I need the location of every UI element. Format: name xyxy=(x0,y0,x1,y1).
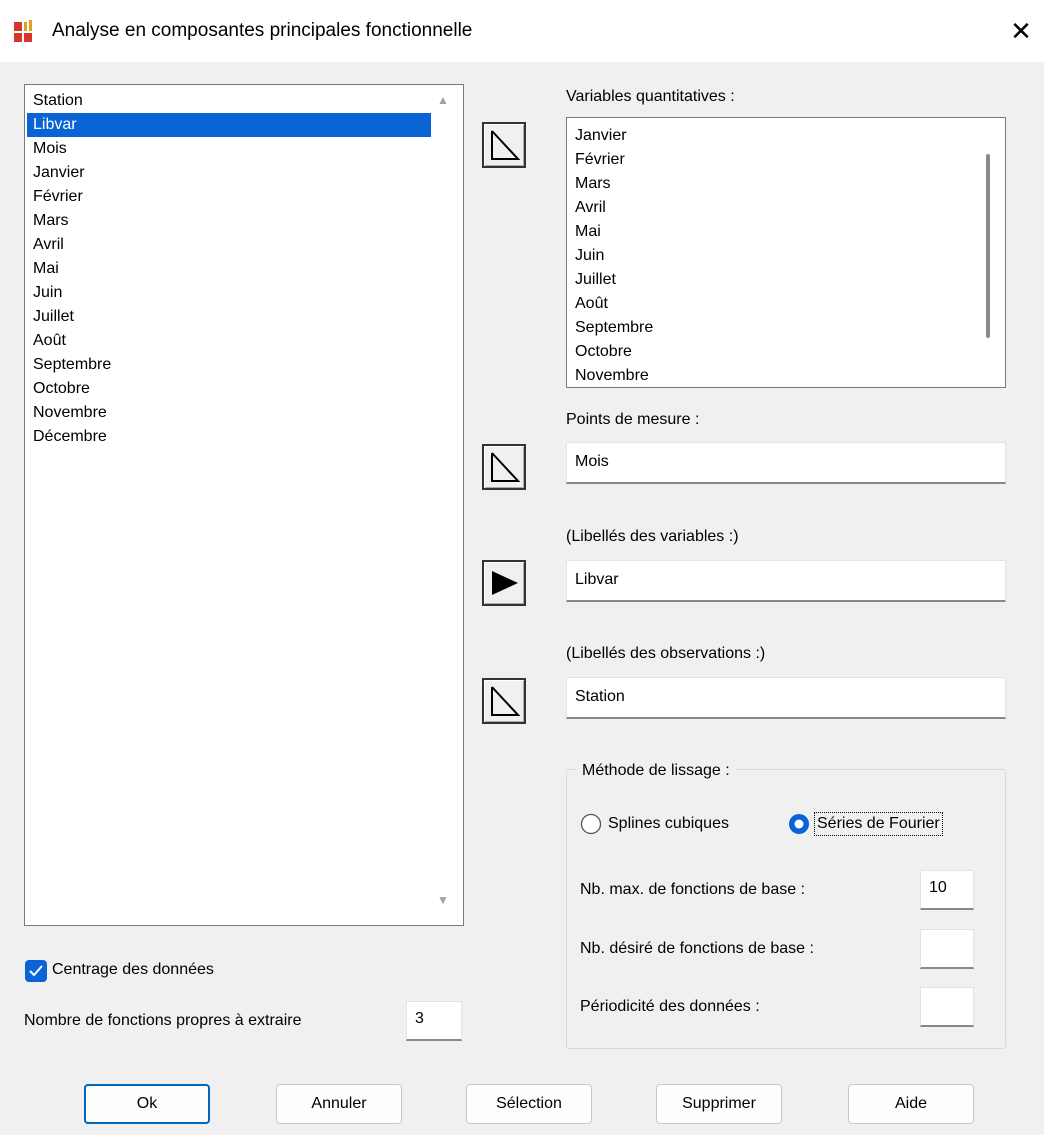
outline-arrow-icon xyxy=(491,686,520,716)
obs-labels-field[interactable]: Station xyxy=(566,677,1006,719)
window-title: Analyse en composantes principales fonct… xyxy=(52,20,473,41)
points-field[interactable]: Mois xyxy=(566,442,1006,484)
fourier-label[interactable]: Séries de Fourier xyxy=(814,812,943,836)
filled-arrow-icon xyxy=(492,571,518,595)
points-label: Points de mesure : xyxy=(566,411,700,428)
periodicity-label: Périodicité des données : xyxy=(580,998,760,1015)
list-item[interactable]: Septembre xyxy=(27,353,431,377)
outline-arrow-icon xyxy=(491,130,520,160)
list-item[interactable]: Juin xyxy=(569,244,969,268)
list-item[interactable]: Libvar xyxy=(27,113,431,137)
smoothing-legend: Méthode de lissage : xyxy=(576,762,736,780)
quant-vars-list[interactable]: Janvier Février Mars Avril Mai Juin Juillet Aoû… xyxy=(566,117,1006,388)
scroll-up-icon[interactable]: ▲ xyxy=(437,93,449,107)
cancel-button[interactable]: Annuler xyxy=(276,1084,402,1124)
max-basis-label: Nb. max. de fonctions de base : xyxy=(580,881,806,898)
outline-arrow-icon xyxy=(491,452,520,482)
obs-labels-label: (Libellés des observations :) xyxy=(566,645,766,662)
list-item[interactable]: Mai xyxy=(569,220,969,244)
list-item[interactable]: Janvier xyxy=(27,161,431,185)
add-var-labels-button[interactable] xyxy=(482,560,526,606)
list-item[interactable]: Septembre xyxy=(569,316,969,340)
list-item[interactable]: Avril xyxy=(569,196,969,220)
list-item[interactable]: Novembre xyxy=(569,364,969,387)
list-item[interactable]: Octobre xyxy=(27,377,431,401)
ok-button[interactable]: Ok xyxy=(84,1084,210,1124)
desired-basis-input[interactable] xyxy=(920,929,974,969)
source-variable-list[interactable]: Station Libvar Mois Janvier Février Mars Avril… xyxy=(24,84,464,926)
eigen-count-label: Nombre de fonctions propres à extraire xyxy=(24,1012,302,1029)
max-basis-input[interactable]: 10 xyxy=(920,870,974,910)
list-item[interactable]: Juillet xyxy=(27,305,431,329)
list-item[interactable]: Station xyxy=(27,89,431,113)
desired-basis-label: Nb. désiré de fonctions de base : xyxy=(580,940,814,957)
app-icon xyxy=(14,20,42,44)
periodicity-input[interactable] xyxy=(920,987,974,1027)
add-points-button[interactable] xyxy=(482,444,526,490)
list-item[interactable]: Février xyxy=(569,148,969,172)
list-item[interactable]: Juillet xyxy=(569,268,969,292)
add-obs-labels-button[interactable] xyxy=(482,678,526,724)
help-button[interactable]: Aide xyxy=(848,1084,974,1124)
list-item[interactable]: Novembre xyxy=(27,401,431,425)
list-item[interactable]: Octobre xyxy=(569,340,969,364)
list-item[interactable]: Décembre xyxy=(27,425,431,449)
list-item[interactable]: Mois xyxy=(27,137,431,161)
var-labels-label: (Libellés des variables :) xyxy=(566,528,739,545)
list-item[interactable]: Août xyxy=(27,329,431,353)
splines-label[interactable]: Splines cubiques xyxy=(608,815,729,833)
var-labels-field[interactable]: Libvar xyxy=(566,560,1006,602)
quant-vars-label: Variables quantitatives : xyxy=(566,88,735,105)
title-bar: Analyse en composantes principales fonct… xyxy=(0,0,1044,62)
delete-button[interactable]: Supprimer xyxy=(656,1084,782,1124)
splines-radio[interactable] xyxy=(580,813,602,835)
list-item[interactable]: Janvier xyxy=(569,124,969,148)
list-item[interactable]: Mars xyxy=(27,209,431,233)
scrollbar-thumb[interactable] xyxy=(986,154,990,338)
close-icon[interactable]: ✕ xyxy=(1004,14,1038,48)
centering-checkbox[interactable] xyxy=(25,960,47,982)
eigen-count-input[interactable]: 3 xyxy=(406,1001,462,1041)
fourier-radio[interactable] xyxy=(788,813,810,835)
selection-button[interactable]: Sélection xyxy=(466,1084,592,1124)
list-item[interactable]: Août xyxy=(569,292,969,316)
centering-label[interactable]: Centrage des données xyxy=(52,961,214,979)
list-item[interactable]: Février xyxy=(27,185,431,209)
list-item[interactable]: Mars xyxy=(569,172,969,196)
list-item[interactable]: Juin xyxy=(27,281,431,305)
scroll-down-icon[interactable]: ▼ xyxy=(437,893,449,907)
check-icon xyxy=(29,965,43,977)
list-item[interactable]: Avril xyxy=(27,233,431,257)
list-item[interactable]: Mai xyxy=(27,257,431,281)
add-quant-vars-button[interactable] xyxy=(482,122,526,168)
